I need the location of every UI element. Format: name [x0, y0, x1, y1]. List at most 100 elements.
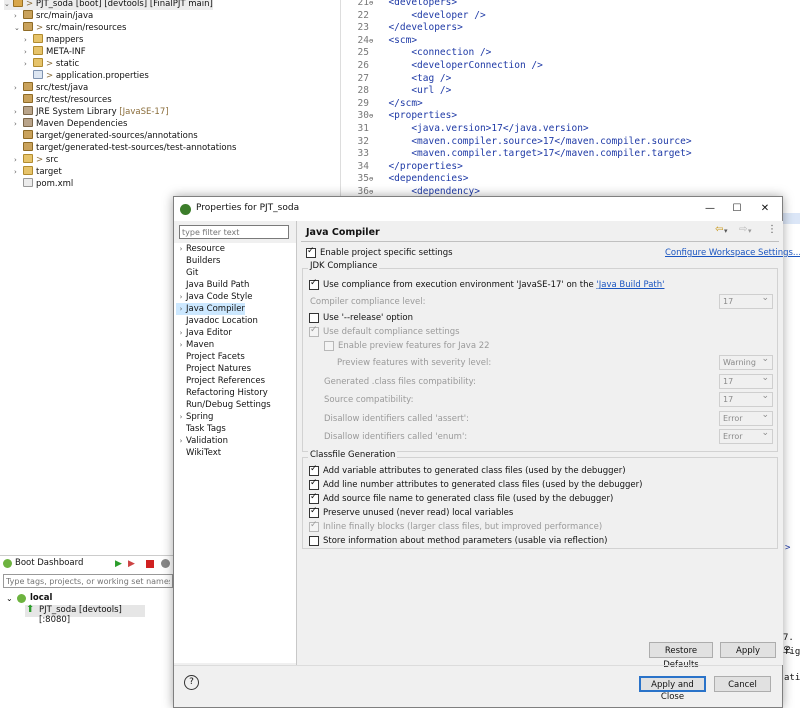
back-arrow-icon[interactable]: ⇦ [715, 224, 723, 235]
nav-item[interactable]: › Maven [176, 339, 215, 351]
chevron-down-icon[interactable]: ⌄ [14, 22, 23, 34]
cf-store-checkbox[interactable] [309, 536, 319, 546]
nav-item[interactable]: Javadoc Location [176, 315, 258, 327]
explorer-item[interactable]: pom.xml [14, 178, 73, 190]
minimize-icon[interactable]: — [699, 201, 721, 217]
assert-select[interactable]: Error [719, 409, 773, 426]
chevron-right-icon[interactable]: › [24, 46, 33, 58]
explorer-item[interactable]: › mappers [24, 34, 83, 46]
preview-severity-select[interactable]: Warning [719, 353, 773, 370]
nav-item[interactable]: Builders [176, 255, 221, 267]
dialog-title-bar[interactable]: Properties for PJT_soda — ☐ ✕ [174, 197, 782, 221]
enum-select[interactable]: Error [719, 427, 773, 444]
restore-defaults-button[interactable]: Restore Defaults [649, 642, 713, 670]
chevron-right-icon[interactable]: › [14, 166, 23, 178]
chevron-right-icon[interactable]: › [14, 10, 23, 22]
chevron-right-icon[interactable]: › [176, 339, 186, 351]
nav-item[interactable]: Run/Debug Settings [176, 399, 271, 411]
nav-item[interactable]: Task Tags [176, 423, 226, 435]
code-line[interactable]: 32 <maven.compiler.source>17</maven.comp… [341, 136, 692, 149]
nav-item[interactable]: WikiText [176, 447, 221, 459]
explorer-item[interactable]: › Maven Dependencies [14, 118, 127, 130]
nav-item[interactable]: › Resource [176, 243, 225, 255]
chevron-right-icon[interactable]: › [14, 106, 23, 118]
explorer-item[interactable]: › > src [14, 154, 58, 166]
code-line[interactable]: 29 </scm> [341, 98, 423, 111]
code-line[interactable]: 26 <developerConnection /> [341, 60, 543, 73]
chevron-right-icon[interactable]: › [176, 327, 186, 339]
explorer-item[interactable]: src/test/resources [14, 94, 112, 106]
local-label[interactable]: local [30, 593, 52, 603]
nav-item[interactable]: Project References [176, 375, 265, 387]
code-line[interactable]: 22 <developer /> [341, 10, 486, 23]
nav-item[interactable]: › Java Compiler [176, 303, 245, 315]
filter-input[interactable] [179, 225, 289, 239]
code-line[interactable]: 33 <maven.compiler.target>17</maven.comp… [341, 148, 692, 161]
explorer-item[interactable]: › src/test/java [14, 82, 88, 94]
explorer-item[interactable]: › src/main/java [14, 10, 93, 22]
debug-icon[interactable]: ▶ [128, 559, 135, 569]
start-icon[interactable]: ▶ [115, 559, 122, 569]
boot-search-input[interactable] [3, 574, 173, 588]
pom-xml-editor[interactable]: 21⊖ <developers> 22 <developer /> 23 </dev… [340, 0, 800, 200]
stop-icon[interactable] [146, 560, 154, 568]
chevron-right-icon[interactable]: › [14, 82, 23, 94]
fold-icon[interactable]: ⊖ [369, 35, 377, 48]
compiler-level-select[interactable]: 17 [719, 292, 773, 309]
fold-icon[interactable]: ⊖ [369, 110, 377, 123]
code-line[interactable]: 25 <connection /> [341, 47, 492, 60]
code-line[interactable]: 24⊖ <scm> [341, 35, 418, 48]
cancel-button[interactable]: Cancel [714, 676, 771, 692]
source-compat-select[interactable]: 17 [719, 390, 773, 407]
explorer-item[interactable]: target/generated-sources/annotations [14, 130, 198, 142]
code-line[interactable]: 21⊖ <developers> [341, 0, 458, 10]
chevron-right-icon[interactable]: › [176, 243, 186, 255]
forward-menu-icon[interactable]: ▾ [748, 227, 752, 235]
use-release-checkbox[interactable] [309, 313, 319, 323]
nav-item[interactable]: › Validation [176, 435, 228, 447]
explorer-item[interactable]: ⌄ > PJT_soda [boot] [devtools] [FinalPJT … [4, 0, 213, 10]
cf-line-checkbox[interactable] [309, 478, 319, 490]
nav-item[interactable]: › Spring [176, 411, 214, 423]
enable-specific-checkbox[interactable] [306, 246, 316, 258]
fold-icon[interactable]: ⊖ [369, 173, 377, 186]
code-line[interactable]: 30⊖ <properties> [341, 110, 458, 123]
apply-and-close-button[interactable]: Apply and Close [639, 676, 706, 702]
boot-app-row[interactable]: ⬆ PJT_soda [devtools] [:8080] [25, 604, 145, 625]
use-default-checkbox[interactable] [309, 325, 319, 337]
nav-item[interactable]: Project Natures [176, 363, 251, 375]
cf-variable-checkbox[interactable] [309, 464, 319, 476]
chevron-down-icon[interactable]: ⌄ [4, 0, 13, 10]
explorer-item[interactable]: › JRE System Library [JavaSE-17] [14, 106, 169, 118]
nav-item[interactable]: Java Build Path [176, 279, 249, 291]
forward-arrow-icon[interactable]: ⇨ [739, 224, 747, 235]
cf-inline-checkbox[interactable] [309, 520, 319, 532]
nav-item[interactable]: Project Facets [176, 351, 245, 363]
explorer-item[interactable]: ⌄ > src/main/resources [14, 22, 126, 34]
chevron-right-icon[interactable]: › [176, 435, 186, 447]
configure-workspace-link[interactable]: Configure Workspace Settings... [665, 248, 800, 258]
enable-preview-checkbox[interactable] [324, 341, 334, 351]
chevron-right-icon[interactable]: › [24, 34, 33, 46]
code-line[interactable]: 31 <java.version>17</java.version> [341, 123, 589, 136]
fold-icon[interactable]: ⊖ [369, 0, 377, 10]
java-build-path-link[interactable]: 'Java Build Path' [596, 280, 664, 290]
chevron-right-icon[interactable]: › [24, 58, 33, 70]
explorer-item[interactable]: › target [14, 166, 62, 178]
chevron-right-icon[interactable]: › [176, 303, 186, 315]
nav-item[interactable]: › Java Code Style [176, 291, 253, 303]
maximize-icon[interactable]: ☐ [726, 201, 748, 217]
chevron-right-icon[interactable]: › [176, 291, 186, 303]
explorer-item[interactable]: › > static [24, 58, 79, 70]
code-line[interactable]: 34 </properties> [341, 161, 463, 174]
view-menu-icon[interactable]: ⋮ [767, 224, 777, 235]
nav-item[interactable]: › Java Editor [176, 327, 232, 339]
apply-button[interactable]: Apply [720, 642, 776, 658]
code-line[interactable]: 28 <url /> [341, 85, 452, 98]
local-twistie-icon[interactable]: ⌄ [6, 594, 13, 603]
generated-class-select[interactable]: 17 [719, 372, 773, 389]
chevron-right-icon[interactable]: › [176, 411, 186, 423]
chevron-right-icon[interactable]: › [14, 154, 23, 166]
chevron-right-icon[interactable]: › [14, 118, 23, 130]
cf-preserve-checkbox[interactable] [309, 506, 319, 518]
